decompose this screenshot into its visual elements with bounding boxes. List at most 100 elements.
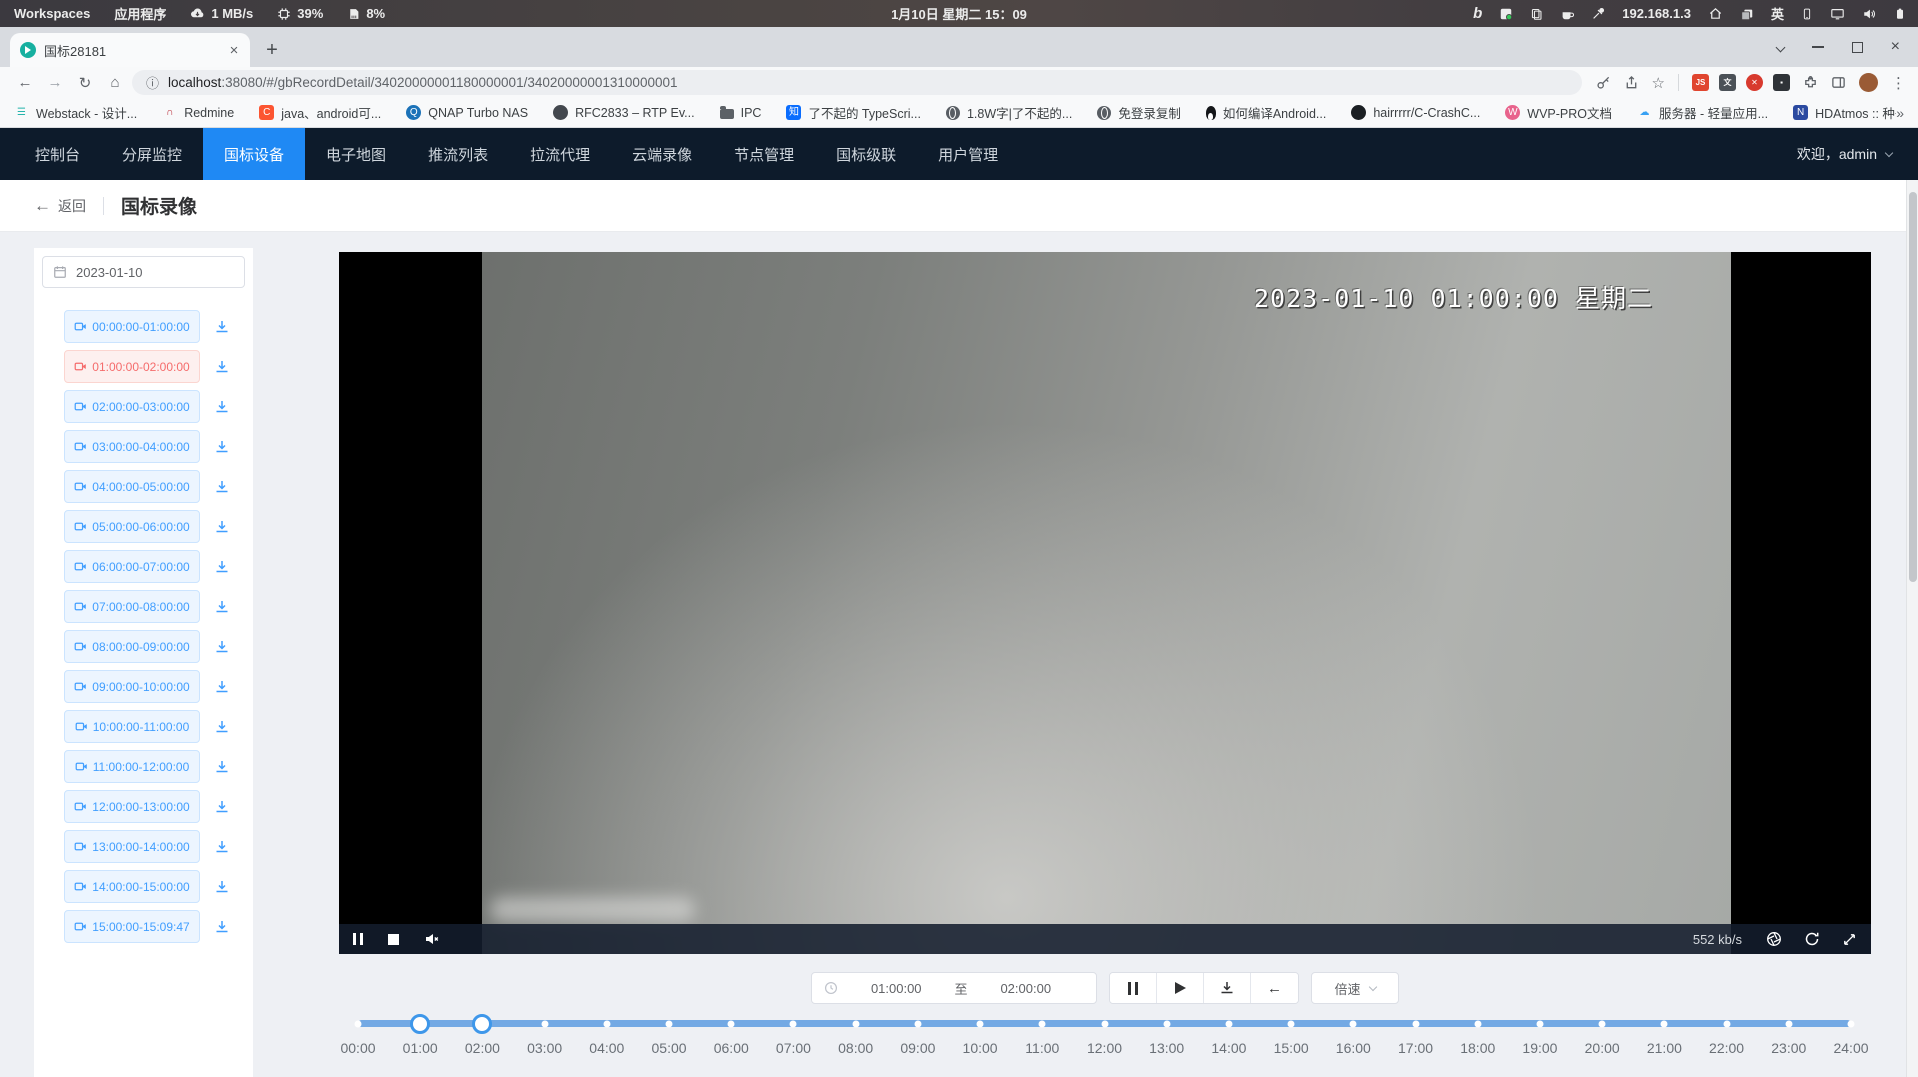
address-bar[interactable]: ⓘ localhost:38080/#/gbRecordDetail/34020… [132, 70, 1582, 95]
extension-dark-icon[interactable]: 文 [1719, 74, 1736, 91]
bookmark[interactable]: N HDAtmos :: 种子 *... [1793, 103, 1896, 122]
input-language-indicator[interactable]: 英 [1771, 4, 1784, 23]
segment-button[interactable]: 07:00:00-08:00:00 [64, 590, 200, 623]
workspaces-button[interactable]: Workspaces [14, 6, 90, 21]
bing-tray-icon[interactable]: b [1473, 5, 1482, 22]
applications-button[interactable]: 应用程序 [114, 4, 166, 23]
color-picker-icon[interactable] [1591, 7, 1605, 21]
download-icon[interactable] [214, 639, 230, 655]
back-button[interactable]: ← 返回 [34, 196, 86, 216]
bookmark[interactable]: 1.8W字|了不起的... [946, 103, 1072, 122]
download-icon[interactable] [214, 919, 230, 935]
end-time-value[interactable]: 02:00:00 [968, 981, 1085, 996]
scrollbar-thumb[interactable] [1909, 192, 1917, 582]
segment-button[interactable]: 14:00:00-15:00:00 [64, 870, 200, 903]
download-icon[interactable] [214, 599, 230, 615]
fullscreen-icon[interactable] [1842, 932, 1857, 947]
bookmark[interactable]: 知 了不起的 TypeScri... [786, 103, 921, 122]
bookmark[interactable]: RFC2833 – RTP Ev... [553, 105, 695, 120]
bookmark[interactable]: 免登录复制 [1097, 103, 1181, 122]
ip-address-label[interactable]: 192.168.1.3 [1622, 6, 1691, 21]
nav-item[interactable]: 国标设备 [203, 128, 305, 180]
segment-button[interactable]: 15:00:00-15:09:47 [64, 910, 200, 943]
segment-button[interactable]: 02:00:00-03:00:00 [64, 390, 200, 423]
download-icon[interactable] [214, 799, 230, 815]
speed-dropdown[interactable]: 倍速 [1311, 972, 1399, 1004]
reload-icon[interactable]: ↻ [72, 74, 98, 92]
video-player[interactable]: 2023-01-10 01:00:00 星期二 552 kb/s [339, 252, 1871, 954]
side-panel-icon[interactable] [1831, 75, 1846, 90]
window-maximize-button[interactable] [1852, 42, 1863, 53]
bookmark[interactable]: ∩ Redmine [162, 105, 234, 120]
battery-icon[interactable] [1894, 6, 1906, 21]
pause-button[interactable] [1110, 973, 1157, 1003]
nav-item[interactable]: 拉流代理 [509, 128, 611, 180]
bookmark[interactable]: 如何编译Android... [1206, 103, 1327, 122]
profile-avatar[interactable] [1859, 73, 1878, 92]
nav-item[interactable]: 电子地图 [305, 128, 407, 180]
volume-icon[interactable] [1862, 7, 1877, 21]
site-info-icon[interactable]: ⓘ [146, 73, 159, 92]
segment-button[interactable]: 11:00:00-12:00:00 [64, 750, 200, 783]
segment-button[interactable]: 10:00:00-11:00:00 [64, 710, 200, 743]
extensions-puzzle-icon[interactable] [1803, 75, 1818, 90]
window-close-button[interactable]: × [1891, 38, 1900, 56]
bookmark[interactable]: IPC [720, 106, 762, 120]
window-minimize-button[interactable] [1812, 46, 1824, 48]
forward-icon[interactable]: → [42, 74, 68, 91]
segment-button[interactable]: 04:00:00-05:00:00 [64, 470, 200, 503]
bookmark[interactable]: W WVP-PRO文档 [1505, 103, 1612, 122]
time-range-input[interactable]: 01:00:00 至 02:00:00 [811, 972, 1097, 1004]
start-time-value[interactable]: 01:00:00 [838, 981, 955, 996]
phone-link-icon[interactable] [1801, 7, 1813, 21]
display-icon[interactable] [1830, 7, 1845, 21]
segment-button[interactable]: 09:00:00-10:00:00 [64, 670, 200, 703]
timeline-handle[interactable] [472, 1014, 492, 1034]
download-icon[interactable] [214, 879, 230, 895]
bookmark[interactable]: hairrrrr/C-CrashC... [1351, 105, 1480, 120]
app-indicator-icon[interactable] [1499, 7, 1513, 21]
download-icon[interactable] [214, 519, 230, 535]
nav-item[interactable]: 推流列表 [407, 128, 509, 180]
segment-button[interactable]: 05:00:00-06:00:00 [64, 510, 200, 543]
download-icon[interactable] [214, 439, 230, 455]
browser-tab[interactable]: 国标28181 × [10, 33, 250, 67]
nav-item[interactable]: 云端录像 [611, 128, 713, 180]
download-icon[interactable] [214, 399, 230, 415]
segment-button[interactable]: 13:00:00-14:00:00 [64, 830, 200, 863]
player-refresh-icon[interactable] [1804, 931, 1820, 947]
page-scrollbar[interactable] [1906, 180, 1918, 1077]
extension-blocker-icon[interactable]: ✕ [1746, 74, 1763, 91]
browser-menu-icon[interactable]: ⋮ [1891, 74, 1906, 92]
password-key-icon[interactable] [1596, 75, 1611, 90]
home-icon[interactable] [1708, 6, 1723, 21]
download-icon[interactable] [214, 719, 230, 735]
date-picker-input[interactable]: 2023-01-10 [42, 256, 245, 288]
seek-back-button[interactable]: ← [1251, 973, 1298, 1003]
download-icon[interactable] [214, 759, 230, 775]
nav-item[interactable]: 国标级联 [815, 128, 917, 180]
segment-button[interactable]: 06:00:00-07:00:00 [64, 550, 200, 583]
download-icon[interactable] [214, 359, 230, 375]
bookmark[interactable]: ☰ Webstack - 设计... [14, 103, 137, 122]
player-mute-icon[interactable] [424, 931, 440, 947]
extension-js-icon[interactable]: JS [1692, 74, 1709, 91]
bookmark[interactable]: ☁ 服务器 - 轻量应用... [1637, 103, 1768, 122]
play-button[interactable] [1157, 973, 1204, 1003]
nav-item[interactable]: 用户管理 [917, 128, 1019, 180]
timeline-slider[interactable]: 00:0001:0002:0003:0004:0005:0006:0007:00… [358, 1020, 1851, 1072]
bookmark[interactable]: Q QNAP Turbo NAS [406, 105, 528, 120]
segment-button[interactable]: 08:00:00-09:00:00 [64, 630, 200, 663]
download-icon[interactable] [214, 839, 230, 855]
tab-search-chevron-icon[interactable] [1775, 42, 1785, 52]
download-icon[interactable] [214, 479, 230, 495]
windows-stack-icon[interactable] [1740, 7, 1754, 21]
clipboard-icon[interactable] [1530, 7, 1543, 21]
bookmark[interactable]: C java、android可... [259, 103, 381, 122]
download-icon[interactable] [214, 319, 230, 335]
coffee-icon[interactable] [1560, 7, 1574, 21]
download-icon[interactable] [214, 559, 230, 575]
segment-button[interactable]: 12:00:00-13:00:00 [64, 790, 200, 823]
segment-button[interactable]: 03:00:00-04:00:00 [64, 430, 200, 463]
user-menu[interactable]: 欢迎，admin [1797, 128, 1918, 180]
